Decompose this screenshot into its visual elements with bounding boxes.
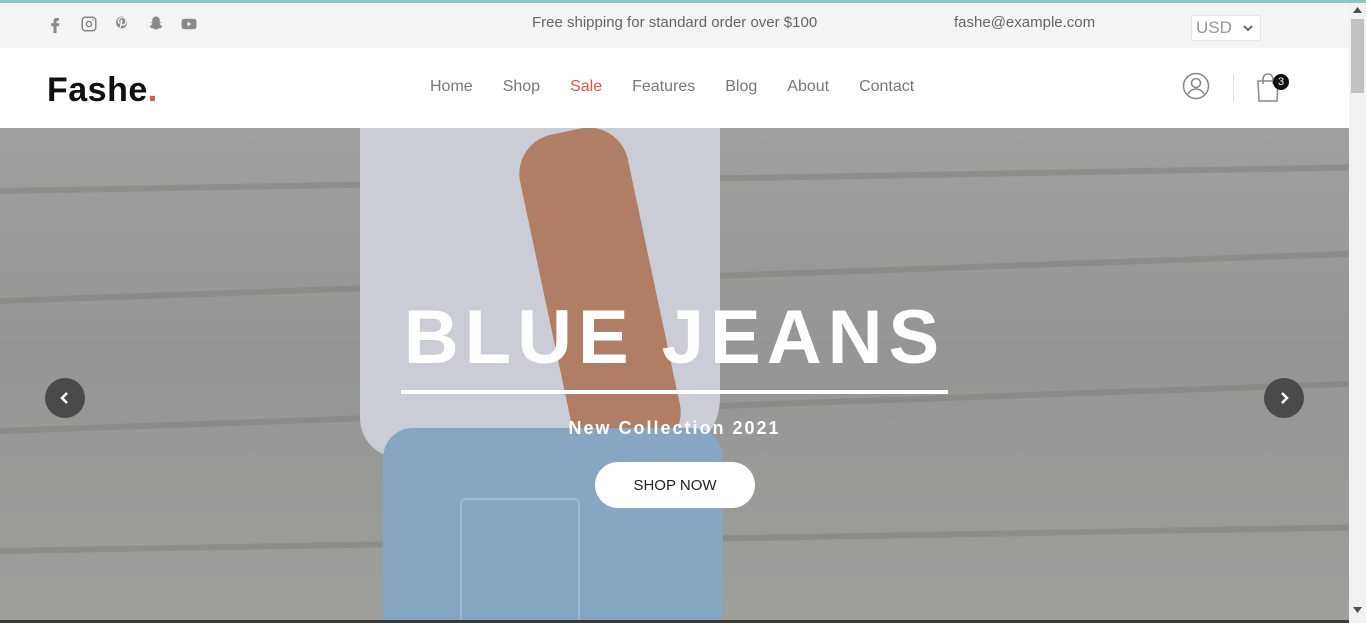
user-account-icon[interactable] — [1182, 72, 1210, 100]
scrollbar-thumb[interactable] — [1351, 19, 1364, 93]
page-scrollbar[interactable] — [1349, 3, 1366, 623]
logo[interactable]: Fashe. — [47, 71, 158, 110]
pinterest-icon[interactable] — [111, 13, 133, 35]
chevron-left-icon — [60, 392, 68, 404]
scroll-up-arrow-icon[interactable] — [1353, 7, 1362, 13]
nav-sale[interactable]: Sale — [570, 78, 602, 96]
youtube-icon[interactable] — [178, 13, 200, 35]
facebook-icon[interactable] — [44, 13, 66, 35]
chevron-down-icon — [1243, 25, 1253, 32]
contact-email[interactable]: fashe@example.com — [954, 14, 1095, 31]
social-links — [44, 13, 212, 35]
nav-features[interactable]: Features — [632, 78, 695, 96]
top-bar: Free shipping for standard order over $1… — [0, 3, 1349, 48]
header-divider — [1233, 74, 1234, 102]
shop-now-button[interactable]: SHOP NOW — [595, 462, 755, 508]
nav-shop[interactable]: Shop — [503, 78, 540, 96]
scroll-down-arrow-icon[interactable] — [1353, 607, 1362, 613]
nav-about[interactable]: About — [787, 78, 829, 96]
main-nav: Home Shop Sale Features Blog About Conta… — [430, 78, 944, 96]
shipping-promo-text: Free shipping for standard order over $1… — [532, 14, 818, 31]
chevron-right-icon — [1281, 392, 1289, 404]
hero-slider: BLUE JEANS New Collection 2021 SHOP NOW — [0, 128, 1349, 620]
instagram-icon[interactable] — [78, 13, 100, 35]
snapchat-icon[interactable] — [145, 13, 167, 35]
logo-text: Fashe — [47, 71, 148, 109]
cart-count-badge: 3 — [1273, 74, 1289, 90]
logo-dot: . — [147, 71, 158, 109]
nav-home[interactable]: Home — [430, 78, 473, 96]
main-header: Fashe. Home Shop Sale Features Blog Abou… — [0, 48, 1349, 128]
nav-blog[interactable]: Blog — [725, 78, 757, 96]
hero-subtitle: New Collection 2021 — [568, 418, 781, 438]
currency-select[interactable]: USD — [1191, 15, 1261, 41]
hero-title: BLUE JEANS — [403, 295, 946, 380]
slider-next-button[interactable] — [1264, 378, 1304, 418]
hero-title-underline — [401, 390, 948, 394]
currency-value: USD — [1196, 18, 1232, 37]
nav-contact[interactable]: Contact — [859, 78, 914, 96]
slider-prev-button[interactable] — [45, 378, 85, 418]
